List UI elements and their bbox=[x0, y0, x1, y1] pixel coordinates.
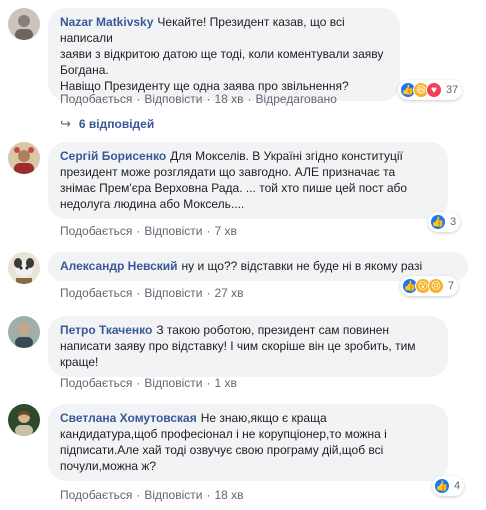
comment-actions: Подобається · Відповісти · 18 хв bbox=[60, 488, 244, 502]
comment-4: Петро Ткаченко З такою роботою, президент… bbox=[8, 316, 478, 390]
love-icon: ♥ bbox=[426, 82, 442, 98]
comment-bubble: Светлана Хомутовская Не знаю,якщо є краща… bbox=[48, 404, 448, 481]
like-link[interactable]: Подобається bbox=[60, 224, 132, 238]
reactions-summary[interactable]: 👍 4 bbox=[432, 476, 465, 496]
comment-text-line: Для Мокселів. В Україні згідно конституц… bbox=[170, 149, 403, 163]
comment-text-line: недолуга людина або Моксель.... bbox=[60, 197, 245, 211]
timestamp[interactable]: 7 хв bbox=[214, 224, 236, 238]
reply-link[interactable]: Відповісти bbox=[144, 376, 202, 390]
like-icon: 👍 bbox=[430, 214, 446, 230]
like-link[interactable]: Подобається bbox=[60, 92, 132, 106]
reaction-count: 37 bbox=[446, 84, 459, 96]
comment-text-line: Богдана. bbox=[60, 63, 109, 77]
like-link[interactable]: Подобається bbox=[60, 376, 132, 390]
like-link[interactable]: Подобається bbox=[60, 286, 132, 300]
comment-text-line: президент може розглядати що завгодно. А… bbox=[60, 165, 396, 179]
comment-text-line: кандидатура,щоб професіонал і не корупці… bbox=[60, 427, 387, 441]
like-icon: 👍 bbox=[434, 478, 450, 494]
timestamp[interactable]: 18 хв bbox=[214, 92, 243, 106]
reaction-count: 3 bbox=[450, 216, 457, 228]
comment-actions: Подобається · Відповісти · 27 хв bbox=[60, 286, 244, 300]
comment-1: Nazar Matkivsky Чекайте! Президент казав,… bbox=[8, 8, 478, 112]
avatar[interactable] bbox=[8, 316, 40, 348]
comment-3: Александр Невский ну и що?? відставки не … bbox=[8, 252, 478, 300]
comment-bubble: Сергій Борисенко Для Мокселів. В Україні … bbox=[48, 142, 448, 219]
author-name[interactable]: Александр Невский bbox=[60, 259, 178, 273]
like-link[interactable]: Подобається bbox=[60, 488, 132, 502]
edited-label[interactable]: Відредаговано bbox=[256, 92, 337, 106]
avatar[interactable] bbox=[8, 252, 40, 284]
comment-bubble: Петро Ткаченко З такою роботою, президент… bbox=[48, 316, 448, 377]
comment-actions: Подобається · Відповісти · 7 хв bbox=[60, 224, 237, 238]
view-replies-link[interactable]: ↪ 6 відповідей bbox=[60, 116, 154, 132]
comment-actions: Подобається · Відповісти · 18 хв · Відредагова… bbox=[60, 92, 337, 106]
timestamp[interactable]: 18 хв bbox=[214, 488, 243, 502]
reply-link[interactable]: Відповісти bbox=[144, 286, 202, 300]
comment-text-line: З такою роботою, президент сам повинен bbox=[156, 323, 390, 337]
comment-text-line: Не знаю,якщо є краща bbox=[200, 411, 327, 425]
timestamp[interactable]: 27 хв bbox=[214, 286, 243, 300]
avatar[interactable] bbox=[8, 404, 40, 436]
comment-text-line: ну и що?? відставки не буде ні в якому р… bbox=[181, 259, 423, 273]
author-name[interactable]: Петро Ткаченко bbox=[60, 323, 152, 337]
comment-actions: Подобається · Відповісти · 1 хв bbox=[60, 376, 237, 390]
timestamp[interactable]: 1 хв bbox=[214, 376, 236, 390]
reaction-count: 7 bbox=[448, 280, 455, 292]
avatar[interactable] bbox=[8, 142, 40, 174]
comment-text-line: почули,можна ж? bbox=[60, 459, 157, 473]
replies-label: 6 відповідей bbox=[78, 117, 155, 131]
author-name[interactable]: Nazar Matkivsky bbox=[60, 15, 153, 29]
comment-text-line: підписати.Але хай тоді озвучує свою прог… bbox=[60, 443, 384, 457]
comment-text-line: Навіщо Президенту ще одна заява про звіл… bbox=[60, 79, 349, 93]
comment-5: Светлана Хомутовская Не знаю,якщо є краща… bbox=[8, 404, 478, 504]
reactions-summary[interactable]: 👍 3 bbox=[428, 212, 461, 232]
comment-text-line: знімає Прем'єра Верховна Рада. ... той х… bbox=[60, 181, 408, 195]
author-name[interactable]: Сергій Борисенко bbox=[60, 149, 166, 163]
sad-icon: 😢 bbox=[428, 278, 444, 294]
comment-text-line: написати заяву про відставку! І чим скор… bbox=[60, 339, 416, 353]
reaction-count: 4 bbox=[454, 480, 461, 492]
comment-2: Сергій Борисенко Для Мокселів. В Україні … bbox=[8, 142, 478, 238]
reactions-summary[interactable]: 👍 😆 ♥ 37 bbox=[398, 80, 463, 100]
reply-link[interactable]: Відповісти bbox=[144, 224, 202, 238]
comment-bubble: Nazar Matkivsky Чекайте! Президент казав,… bbox=[48, 8, 400, 101]
author-name[interactable]: Светлана Хомутовская bbox=[60, 411, 197, 425]
avatar[interactable] bbox=[8, 8, 40, 40]
reply-arrow-icon: ↪ bbox=[60, 116, 71, 131]
comment-text-line: заяви з відкритою датою ще тоді, коли ко… bbox=[60, 47, 384, 61]
comment-text-line: краще! bbox=[60, 355, 99, 369]
reply-link[interactable]: Відповісти bbox=[144, 92, 202, 106]
reply-link[interactable]: Відповісти bbox=[144, 488, 202, 502]
reactions-summary[interactable]: 👍 😮 😢 7 bbox=[400, 276, 459, 296]
